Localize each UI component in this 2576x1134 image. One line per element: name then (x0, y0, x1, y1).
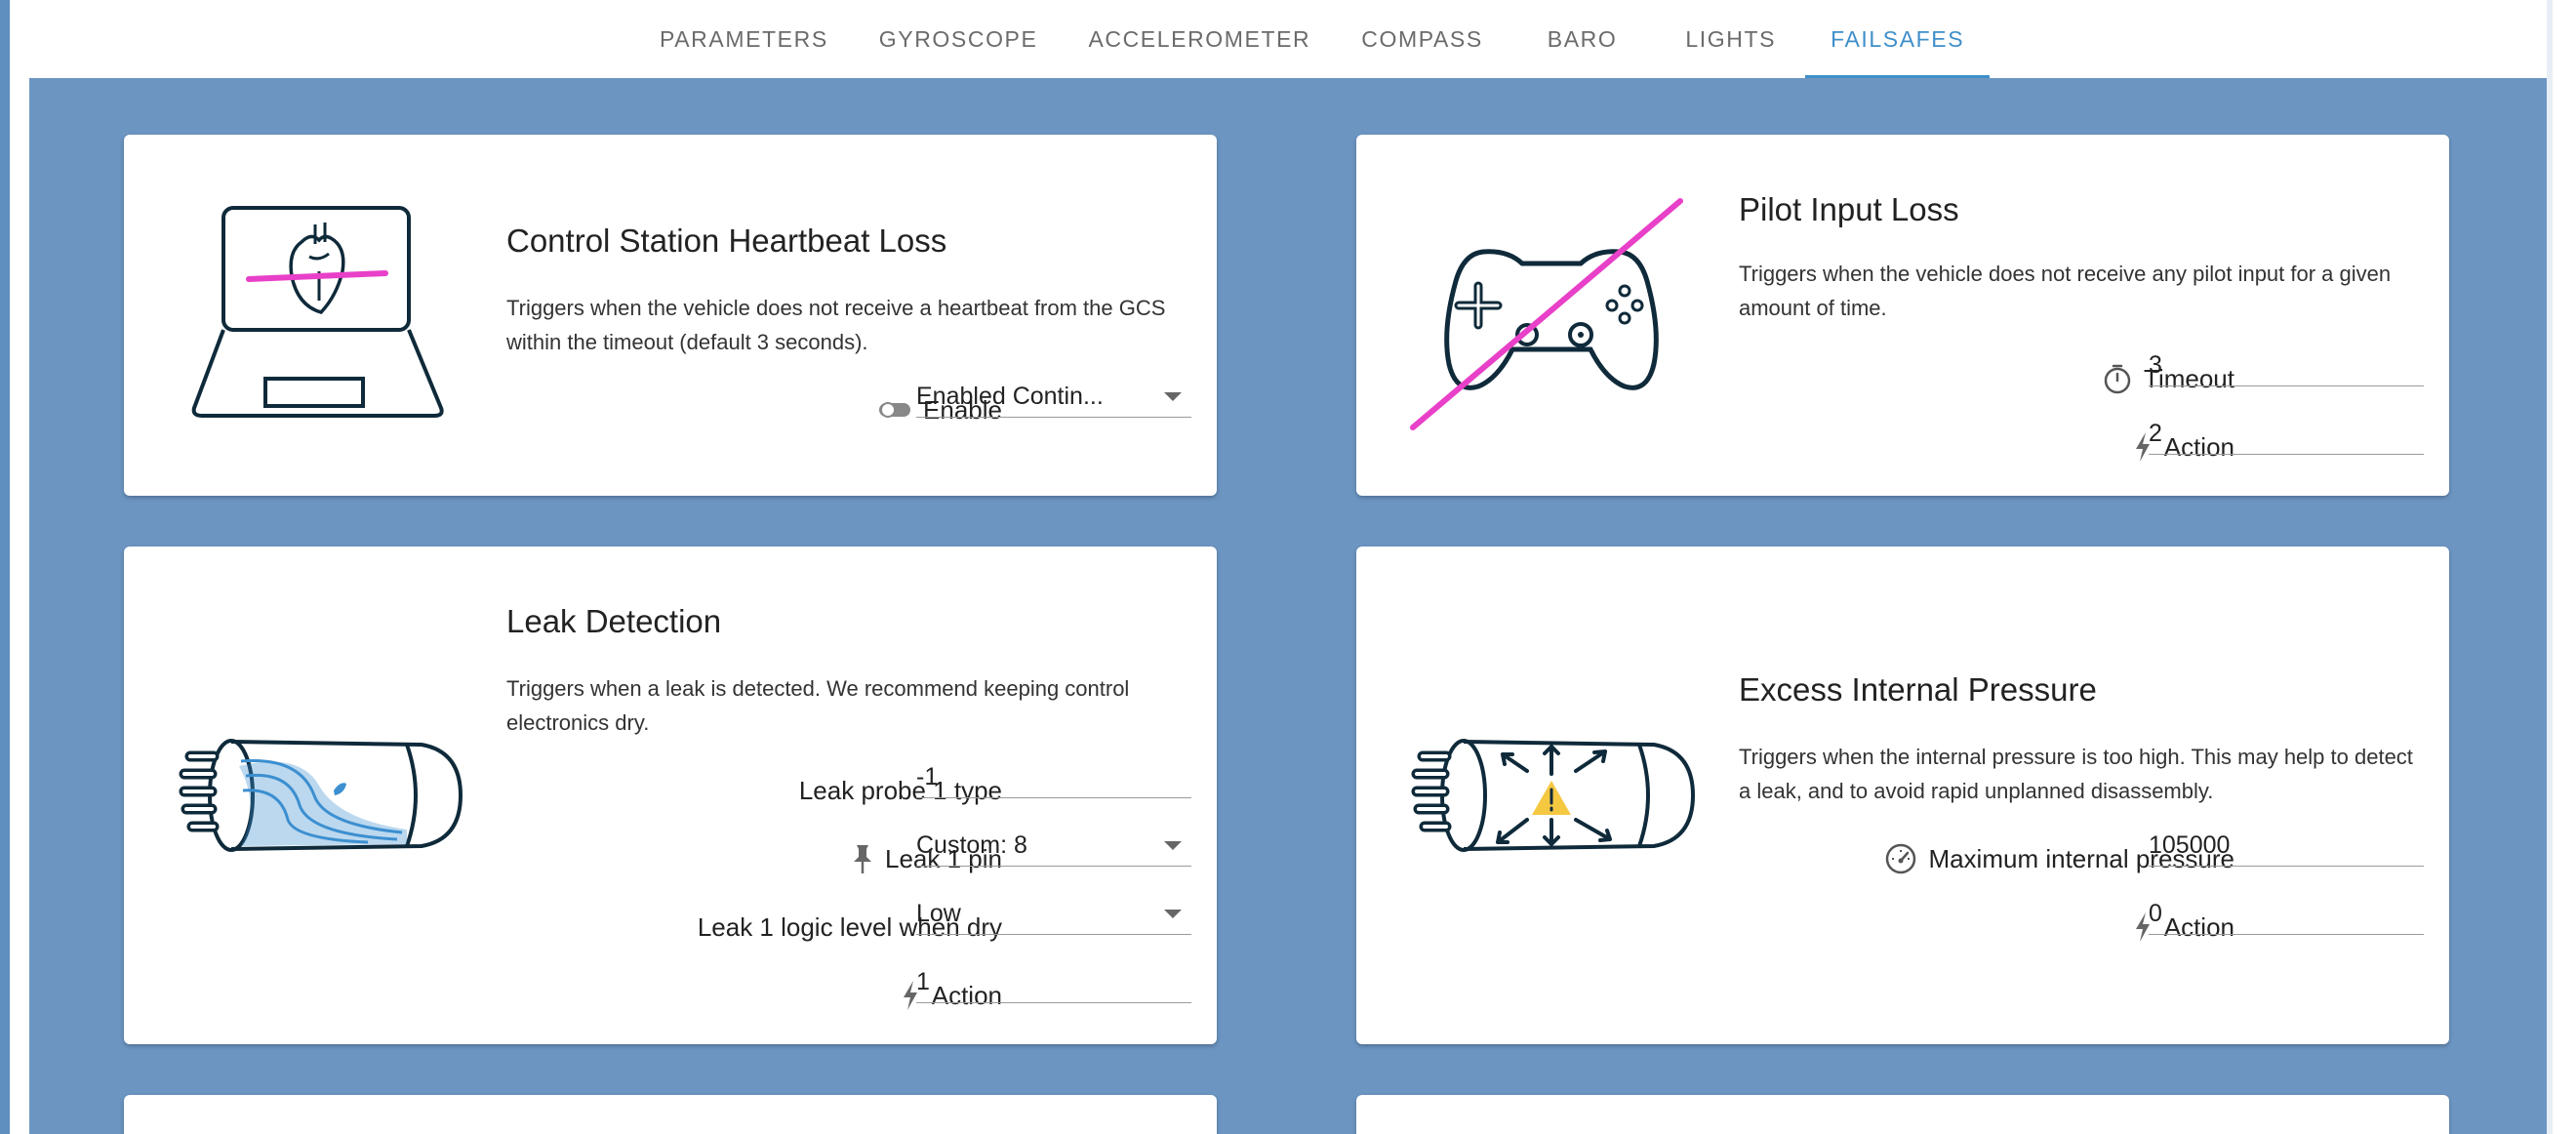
chevron-down-icon (1164, 392, 1182, 401)
gamepad-illustration (1410, 198, 1683, 430)
tab-lights[interactable]: LIGHTS (1656, 0, 1805, 78)
pilot-input-loss-title: Pilot Input Loss (1739, 191, 1959, 227)
heartbeat-loss-card: Control Station Heartbeat Loss Triggers … (124, 135, 1217, 496)
tab-parameters[interactable]: PARAMETERS (634, 0, 854, 78)
stopwatch-icon (2103, 363, 2132, 394)
pilot-input-loss-description: Triggers when the vehicle does not recei… (1739, 262, 2392, 320)
next-failsafe-card-right (1356, 1095, 2449, 1134)
pilot-input-loss-card: Pilot Input Loss Triggers when the vehic… (1356, 135, 2449, 496)
chevron-down-icon (1164, 910, 1182, 918)
max-pressure-value: 105000 (2149, 831, 2231, 859)
heartbeat-enable-select[interactable]: Enabled Contin... (916, 379, 1191, 418)
excess-pressure-card: Excess Internal Pressure Triggers when t… (1356, 547, 2449, 1044)
leak-logic-select[interactable]: Low (916, 896, 1191, 935)
pilot-timeout-input[interactable]: 3 (2149, 347, 2424, 386)
window-right-edge-line (2547, 0, 2553, 1134)
leak-logic-value: Low (916, 900, 961, 927)
max-pressure-input[interactable]: 105000 (2149, 828, 2424, 867)
leak-probe-value: -1 (916, 763, 939, 790)
chevron-down-icon (1164, 841, 1182, 850)
leak-pin-value: Custom: 8 (916, 831, 1027, 859)
leak-action-input[interactable]: 1 (916, 964, 1191, 1003)
tab-baro[interactable]: BARO (1509, 0, 1657, 78)
next-failsafe-card-left (124, 1095, 1217, 1134)
leak-probe-input[interactable]: -1 (916, 759, 1191, 798)
excess-pressure-description: Triggers when the internal pressure is t… (1739, 745, 2413, 803)
pilot-action-value: 2 (2149, 420, 2162, 447)
laptop-heartbeat-illustration (191, 206, 444, 418)
toggle-icon (878, 400, 911, 420)
tabs: PARAMETERS GYROSCOPE ACCELEROMETER COMPA… (634, 0, 1991, 78)
leaking-enclosure-illustration (179, 739, 463, 852)
leak-detection-card: Leak Detection Triggers when a leak is d… (124, 547, 1217, 1044)
failsafes-content: Control Station Heartbeat Loss Triggers … (29, 78, 2547, 1134)
heartbeat-loss-title: Control Station Heartbeat Loss (506, 223, 947, 259)
pilot-action-input[interactable]: 2 (2149, 416, 2424, 455)
leak-detection-title: Leak Detection (506, 603, 722, 639)
leak-pin-select[interactable]: Custom: 8 (916, 828, 1191, 867)
leak-detection-description: Triggers when a leak is detected. We rec… (506, 676, 1130, 735)
tab-compass[interactable]: COMPASS (1336, 0, 1509, 78)
tab-gyroscope[interactable]: GYROSCOPE (854, 0, 1064, 78)
tab-failsafes[interactable]: FAILSAFES (1805, 0, 1991, 78)
pressure-action-value: 0 (2149, 900, 2162, 927)
heartbeat-loss-description: Triggers when the vehicle does not recei… (506, 296, 1166, 354)
tab-accelerometer[interactable]: ACCELEROMETER (1063, 0, 1336, 78)
max-pressure-label-row: Maximum internal pressure (1649, 839, 2234, 878)
leak-action-value: 1 (916, 968, 930, 995)
window-left-edge (0, 0, 10, 1134)
tab-bar: PARAMETERS GYROSCOPE ACCELEROMETER COMPA… (10, 0, 2547, 78)
pressure-action-input[interactable]: 0 (2149, 896, 2424, 935)
heartbeat-enable-value: Enabled Contin... (916, 383, 1104, 410)
excess-pressure-title: Excess Internal Pressure (1739, 671, 2097, 708)
gauge-icon (1885, 843, 1916, 874)
pin-icon (852, 843, 873, 874)
pilot-timeout-value: 3 (2149, 351, 2162, 379)
leak-logic-label-row: Leak 1 logic level when dry (417, 908, 1002, 947)
